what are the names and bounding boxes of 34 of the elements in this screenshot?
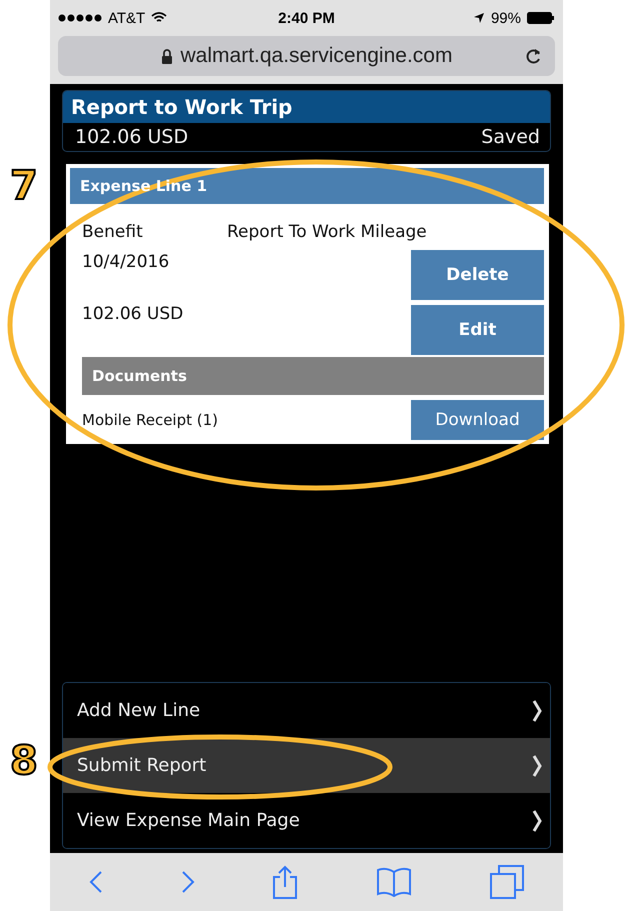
carrier-name: AT&T: [108, 10, 146, 26]
bookmarks-icon[interactable]: [376, 867, 412, 897]
edit-button[interactable]: Edit: [411, 305, 544, 355]
battery-percent: 99%: [490, 10, 521, 26]
tabs-icon[interactable]: [490, 865, 524, 899]
expense-date: 10/4/2016: [82, 252, 170, 272]
expense-line-title: Expense Line 1: [80, 177, 208, 195]
field-label: Benefit: [82, 222, 144, 242]
report-title: Report to Work Trip: [63, 91, 550, 123]
lock-icon: [160, 48, 173, 64]
chevron-icon: [532, 698, 542, 722]
chevron-icon: [532, 808, 542, 832]
annotation-number: 7: [10, 163, 38, 209]
back-icon[interactable]: [88, 870, 103, 894]
document-name: Mobile Receipt (1): [82, 411, 218, 429]
wifi-icon: [151, 12, 168, 24]
expense-amount: 102.06 USD: [82, 304, 184, 324]
documents-header: Documents: [82, 357, 544, 395]
field-value: Report To Work Mileage: [227, 222, 427, 242]
menu-item[interactable]: Submit Report: [63, 738, 550, 793]
delete-button[interactable]: Delete: [411, 250, 544, 300]
share-icon[interactable]: [272, 865, 298, 899]
battery-icon: [526, 12, 555, 24]
annotation-number: 8: [10, 738, 38, 784]
location-icon: [472, 12, 485, 24]
url-text: walmart.qa.servicengine.com: [180, 44, 452, 68]
report-status: Saved: [481, 126, 540, 148]
report-total: 102.06 USD: [75, 126, 188, 148]
download-button[interactable]: Download: [411, 400, 544, 440]
clock-time: 2:40 PM: [278, 10, 335, 26]
signal-icon: [58, 14, 102, 22]
forward-icon[interactable]: [180, 870, 195, 894]
address-bar[interactable]: walmart.qa.servicengine.com: [58, 36, 555, 76]
chevron-icon: [532, 754, 542, 778]
